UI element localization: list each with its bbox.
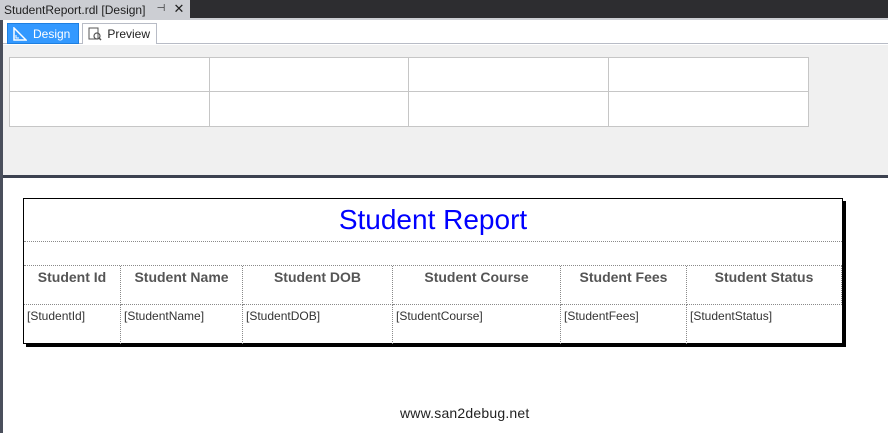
field-cell-student-course[interactable]: [StudentCourse] <box>393 305 561 344</box>
column-header-student-fees[interactable]: Student Fees <box>561 266 687 305</box>
parameter-pane <box>3 45 888 175</box>
column-header-student-course[interactable]: Student Course <box>393 266 561 305</box>
tab-design[interactable]: Design <box>7 23 79 44</box>
parameter-cell[interactable] <box>608 58 808 92</box>
parameter-cell[interactable] <box>10 58 210 92</box>
field-cell-student-status[interactable]: [StudentStatus] <box>687 305 842 344</box>
field-cell-student-id[interactable]: [StudentId] <box>24 305 121 344</box>
parameter-cell[interactable] <box>609 92 809 126</box>
design-ruler-icon <box>12 26 28 42</box>
parameter-cell[interactable] <box>409 92 609 126</box>
document-tab-title: StudentReport.rdl [Design] <box>4 3 146 17</box>
parameter-cell[interactable] <box>210 92 409 126</box>
preview-icon <box>87 26 102 42</box>
tab-design-label: Design <box>33 26 71 41</box>
parameter-cell[interactable] <box>10 92 210 126</box>
report-table[interactable]: Student Id Student Name Student DOB Stud… <box>24 266 842 344</box>
field-cell-student-dob[interactable]: [StudentDOB] <box>243 305 393 344</box>
view-tab-strip: Design Preview <box>3 20 888 44</box>
report-title[interactable]: Student Report <box>24 199 842 242</box>
column-header-student-name[interactable]: Student Name <box>121 266 243 305</box>
document-tab[interactable]: StudentReport.rdl [Design] ⊣ ✕ <box>0 0 190 20</box>
tab-preview-label: Preview <box>107 27 150 41</box>
column-header-student-id[interactable]: Student Id <box>24 266 121 305</box>
parameter-cell[interactable] <box>409 58 609 92</box>
close-icon[interactable]: ✕ <box>172 2 186 16</box>
report-body[interactable]: Student Report Student Id Student Name S… <box>23 198 843 344</box>
column-header-student-status[interactable]: Student Status <box>687 266 842 305</box>
pin-icon[interactable]: ⊣ <box>155 3 167 15</box>
parameter-grid <box>9 57 809 127</box>
document-tab-bar: StudentReport.rdl [Design] ⊣ ✕ <box>0 0 888 20</box>
report-spacer-row <box>24 242 842 266</box>
watermark-text: www.san2debug.net <box>400 405 530 421</box>
tab-preview[interactable]: Preview <box>82 23 157 44</box>
field-cell-student-fees[interactable]: [StudentFees] <box>561 305 687 344</box>
parameter-cell[interactable] <box>209 58 409 92</box>
field-cell-student-name[interactable]: [StudentName] <box>121 305 243 344</box>
pane-divider[interactable] <box>3 175 888 178</box>
column-header-student-dob[interactable]: Student DOB <box>243 266 393 305</box>
